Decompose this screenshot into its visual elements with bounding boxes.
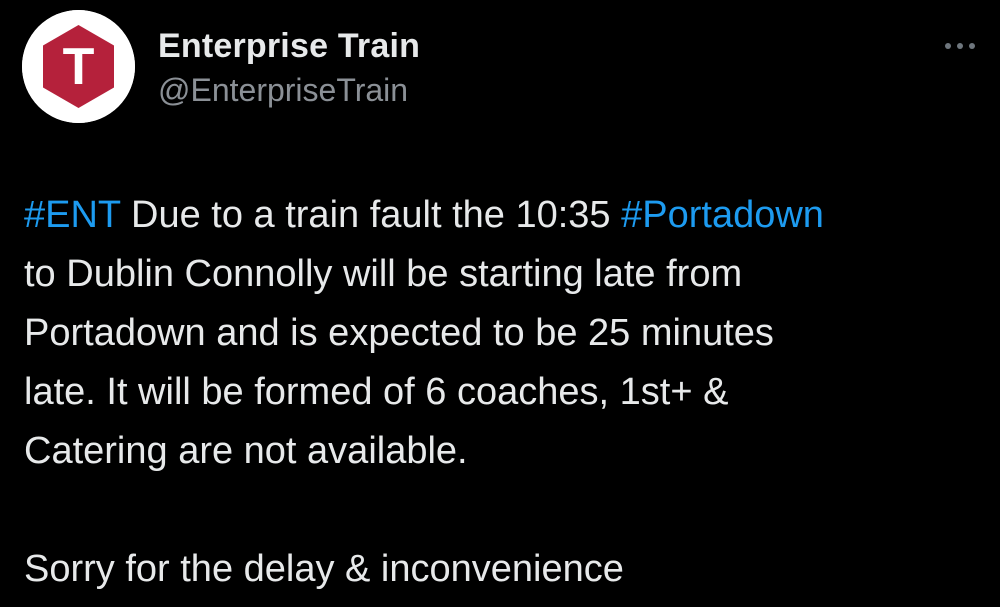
tweet-text: #ENT Due to a train fault the 10:35 #Por…	[24, 186, 974, 599]
tweet-line-6: Sorry for the delay & inconvenience	[24, 548, 624, 590]
more-options-icon	[945, 43, 975, 49]
hashtag-portadown-link[interactable]: #Portadown	[621, 194, 824, 236]
tweet-line-3: Portadown and is expected to be 25 minut…	[24, 312, 774, 354]
tweet-line-4: late. It will be formed of 6 coaches, 1s…	[24, 371, 729, 413]
tweet-text-segment: Due to a train fault the 10:35	[120, 194, 622, 236]
enterprise-t-logo-icon: T	[22, 10, 135, 123]
user-handle[interactable]: @EnterpriseTrain	[158, 68, 420, 112]
tweet: T Enterprise Train @EnterpriseTrain #ENT…	[0, 0, 1000, 607]
avatar[interactable]: T	[22, 10, 135, 123]
tweet-line-1: #ENT Due to a train fault the 10:35 #Por…	[24, 186, 974, 245]
tweet-header: T Enterprise Train @EnterpriseTrain	[22, 10, 980, 123]
more-options-button[interactable]	[940, 36, 980, 56]
tweet-line-2: to Dublin Connolly will be starting late…	[24, 253, 743, 295]
author-info: Enterprise Train @EnterpriseTrain	[158, 26, 420, 112]
tweet-line-5: Catering are not available.	[24, 430, 468, 472]
hashtag-ent-link[interactable]: #ENT	[24, 194, 120, 236]
display-name[interactable]: Enterprise Train	[158, 26, 420, 66]
avatar-letter: T	[63, 38, 95, 96]
